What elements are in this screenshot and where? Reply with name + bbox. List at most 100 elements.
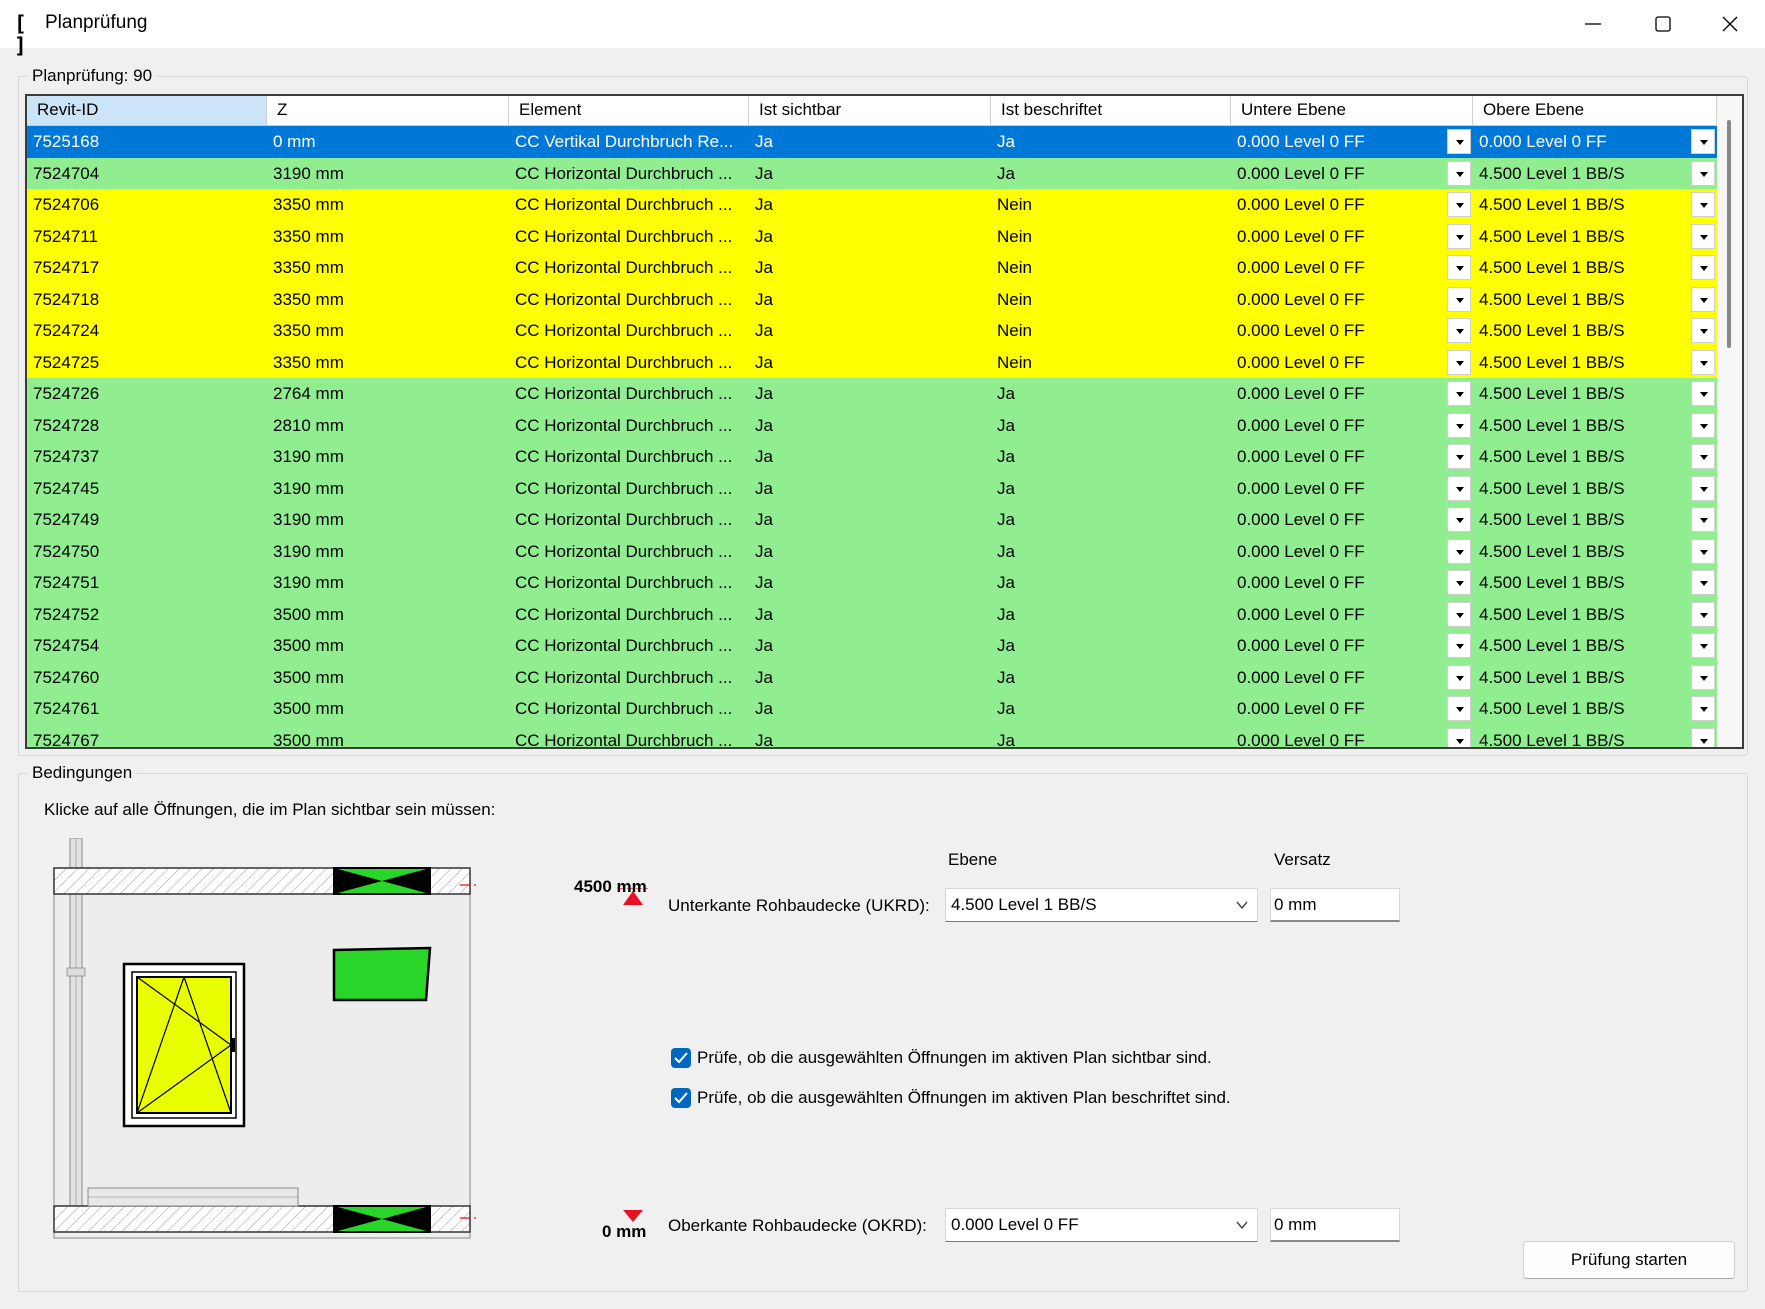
table-row[interactable]: 7524752 3500 mm CC Horizontal Durchbruch .… — [27, 598, 1717, 631]
chevron-down-icon[interactable] — [1447, 507, 1471, 532]
upper-level-combo[interactable]: 4.500 Level 1 BB/S — [1473, 504, 1717, 536]
lower-level-combo[interactable]: 0.000 Level 0 FF — [1231, 662, 1473, 694]
chevron-down-icon[interactable] — [1691, 160, 1715, 186]
ukrd-level-select[interactable]: 4.500 Level 1 BB/S — [945, 888, 1258, 922]
upper-level-combo[interactable]: 4.500 Level 1 BB/S — [1473, 252, 1717, 284]
chevron-down-icon[interactable] — [1447, 538, 1471, 564]
minimize-button[interactable] — [1558, 0, 1628, 48]
chevron-down-icon[interactable] — [1691, 255, 1715, 280]
chevron-down-icon[interactable] — [1447, 192, 1471, 217]
upper-level-combo[interactable]: 0.000 Level 0 FF — [1473, 126, 1717, 158]
lower-level-combo[interactable]: 0.000 Level 0 FF — [1231, 567, 1473, 599]
table-row[interactable]: 7524767 3500 mm CC Horizontal Durchbruch .… — [27, 724, 1717, 747]
upper-level-combo[interactable]: 4.500 Level 1 BB/S — [1473, 347, 1717, 379]
chevron-down-icon[interactable] — [1447, 349, 1471, 375]
upper-level-combo[interactable]: 4.500 Level 1 BB/S — [1473, 599, 1717, 631]
lower-level-combo[interactable]: 0.000 Level 0 FF — [1231, 410, 1473, 442]
chevron-down-icon[interactable] — [1691, 286, 1715, 312]
lower-level-combo[interactable]: 0.000 Level 0 FF — [1231, 536, 1473, 568]
scrollbar-thumb[interactable] — [1727, 120, 1731, 348]
chevron-down-icon[interactable] — [1691, 664, 1715, 690]
chevron-down-icon[interactable] — [1447, 318, 1471, 343]
okrd-offset-input[interactable]: 0 mm — [1270, 1208, 1400, 1242]
grid-vertical-scrollbar[interactable] — [1717, 96, 1742, 747]
chevron-down-icon[interactable] — [1447, 381, 1471, 406]
lower-level-combo[interactable]: 0.000 Level 0 FF — [1231, 693, 1473, 725]
chevron-down-icon[interactable] — [1691, 381, 1715, 406]
chevron-down-icon[interactable] — [1691, 412, 1715, 438]
start-check-button[interactable]: Prüfung starten — [1523, 1241, 1735, 1279]
ukrd-offset-input[interactable]: 0 mm — [1270, 888, 1400, 922]
column-header[interactable]: Revit-ID — [27, 96, 267, 126]
lower-level-combo[interactable]: 0.000 Level 0 FF — [1231, 158, 1473, 190]
upper-level-combo[interactable]: 4.500 Level 1 BB/S — [1473, 221, 1717, 253]
column-header[interactable]: Z — [267, 96, 509, 126]
upper-level-combo[interactable]: 4.500 Level 1 BB/S — [1473, 378, 1717, 410]
chevron-down-icon[interactable] — [1447, 664, 1471, 690]
chevron-down-icon[interactable] — [1691, 129, 1715, 154]
table-row[interactable]: 7524717 3350 mm CC Horizontal Durchbruch .… — [27, 252, 1717, 284]
chevron-down-icon[interactable] — [1447, 286, 1471, 312]
chevron-down-icon[interactable] — [1691, 349, 1715, 375]
chevron-down-icon[interactable] — [1691, 192, 1715, 217]
lower-level-combo[interactable]: 0.000 Level 0 FF — [1231, 599, 1473, 631]
check-labeled-checkbox[interactable] — [671, 1088, 691, 1108]
upper-level-combo[interactable]: 4.500 Level 1 BB/S — [1473, 315, 1717, 347]
column-header[interactable]: Element — [509, 96, 749, 126]
table-row[interactable]: 7524749 3190 mm CC Horizontal Durchbruch .… — [27, 504, 1717, 536]
chevron-down-icon[interactable] — [1691, 444, 1715, 469]
lower-level-combo[interactable]: 0.000 Level 0 FF — [1231, 189, 1473, 221]
lower-level-combo[interactable]: 0.000 Level 0 FF — [1231, 378, 1473, 410]
column-header[interactable]: Untere Ebene — [1231, 96, 1473, 126]
chevron-down-icon[interactable] — [1447, 696, 1471, 721]
close-button[interactable] — [1695, 0, 1765, 48]
upper-level-combo[interactable]: 4.500 Level 1 BB/S — [1473, 662, 1717, 694]
table-row[interactable]: 7524724 3350 mm CC Horizontal Durchbruch .… — [27, 315, 1717, 347]
results-grid[interactable]: Revit-ID Z Element Ist sichtbar Ist beschrif… — [25, 94, 1744, 749]
upper-level-combo[interactable]: 4.500 Level 1 BB/S — [1473, 410, 1717, 442]
chevron-down-icon[interactable] — [1447, 412, 1471, 438]
chevron-down-icon[interactable] — [1691, 507, 1715, 532]
table-row[interactable]: 7524760 3500 mm CC Horizontal Durchbruch .… — [27, 661, 1717, 694]
column-header[interactable]: Ist sichtbar — [749, 96, 991, 126]
chevron-down-icon[interactable] — [1691, 223, 1715, 249]
chevron-down-icon[interactable] — [1447, 601, 1471, 627]
chevron-down-icon[interactable] — [1691, 538, 1715, 564]
table-row[interactable]: 7525168 0 mm CC Vertikal Durchbruch Re... J… — [27, 126, 1717, 158]
chevron-down-icon[interactable] — [1447, 160, 1471, 186]
chevron-down-icon[interactable] — [1447, 570, 1471, 595]
table-row[interactable]: 7524751 3190 mm CC Horizontal Durchbruch .… — [27, 567, 1717, 599]
lower-level-combo[interactable]: 0.000 Level 0 FF — [1231, 126, 1473, 158]
lower-level-combo[interactable]: 0.000 Level 0 FF — [1231, 630, 1473, 662]
lower-level-combo[interactable]: 0.000 Level 0 FF — [1231, 315, 1473, 347]
chevron-down-icon[interactable] — [1447, 223, 1471, 249]
table-row[interactable]: 7524750 3190 mm CC Horizontal Durchbruch .… — [27, 535, 1717, 568]
bottom-floor-opening[interactable] — [333, 1205, 431, 1233]
table-row[interactable]: 7524728 2810 mm CC Horizontal Durchbruch .… — [27, 409, 1717, 442]
lower-level-combo[interactable]: 0.000 Level 0 FF — [1231, 221, 1473, 253]
table-row[interactable]: 7524725 3350 mm CC Horizontal Durchbruch .… — [27, 346, 1717, 379]
column-header[interactable]: Ist beschriftet — [991, 96, 1231, 126]
table-row[interactable]: 7524706 3350 mm CC Horizontal Durchbruch .… — [27, 189, 1717, 221]
table-row[interactable]: 7524754 3500 mm CC Horizontal Durchbruch .… — [27, 630, 1717, 662]
upper-level-combo[interactable]: 4.500 Level 1 BB/S — [1473, 725, 1717, 747]
upper-level-combo[interactable]: 4.500 Level 1 BB/S — [1473, 441, 1717, 473]
chevron-down-icon[interactable] — [1447, 727, 1471, 747]
maximize-button[interactable] — [1628, 0, 1698, 48]
upper-level-combo[interactable]: 4.500 Level 1 BB/S — [1473, 158, 1717, 190]
check-visible-label[interactable]: Prüfe, ob die ausgewählten Öffnungen im … — [697, 1048, 1212, 1068]
table-row[interactable]: 7524726 2764 mm CC Horizontal Durchbruch .… — [27, 378, 1717, 410]
chevron-down-icon[interactable] — [1691, 696, 1715, 721]
chevron-down-icon[interactable] — [1691, 570, 1715, 595]
wall-opening[interactable] — [332, 946, 432, 1002]
chevron-down-icon[interactable] — [1447, 475, 1471, 501]
table-row[interactable]: 7524761 3500 mm CC Horizontal Durchbruch .… — [27, 693, 1717, 725]
lower-level-combo[interactable]: 0.000 Level 0 FF — [1231, 347, 1473, 379]
table-row[interactable]: 7524718 3350 mm CC Horizontal Durchbruch .… — [27, 283, 1717, 316]
lower-level-combo[interactable]: 0.000 Level 0 FF — [1231, 284, 1473, 316]
check-labeled-label[interactable]: Prüfe, ob die ausgewählten Öffnungen im … — [697, 1088, 1231, 1108]
upper-level-combo[interactable]: 4.500 Level 1 BB/S — [1473, 284, 1717, 316]
upper-level-combo[interactable]: 4.500 Level 1 BB/S — [1473, 536, 1717, 568]
chevron-down-icon[interactable] — [1691, 727, 1715, 747]
upper-level-combo[interactable]: 4.500 Level 1 BB/S — [1473, 189, 1717, 221]
